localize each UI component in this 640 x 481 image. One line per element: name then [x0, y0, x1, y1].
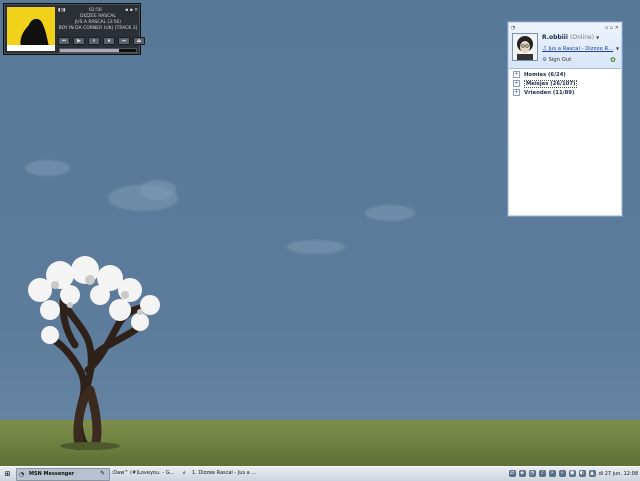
group-label: Meisjes (26/107)	[524, 79, 578, 88]
chevron-down-icon[interactable]: ▼	[616, 46, 619, 51]
display-icon[interactable]: ▣	[568, 470, 576, 477]
cloud	[287, 240, 345, 254]
user-display-name[interactable]: R.obbiii (Online) ▼	[542, 34, 599, 41]
cloud	[140, 180, 176, 200]
task-label: MSN Messenger	[29, 471, 75, 477]
task-label: 1. Dizzee Rascal - Jus a ...	[192, 470, 257, 476]
clock[interactable]: di 27 jun. 12:08	[599, 471, 638, 477]
task-music-player[interactable]: ⚡ 1. Dizzee Rascal - Jus a ...	[180, 468, 272, 479]
msn-icon: ◔	[19, 471, 25, 478]
personal-message[interactable]: ♫ Jus a Rascal - Dizzee R...	[542, 46, 618, 52]
chevron-left-icon[interactable]: «	[558, 470, 566, 477]
player-title-row: ▮▯▮ 02:56 ▪ ▪ ✕	[58, 6, 138, 14]
task-label: .:Daw^ (#)Loveyou. - G...	[110, 470, 175, 476]
user-name-text: R.obbiii	[542, 34, 568, 41]
window-controls-icon[interactable]: ▫ ▫ ✕	[605, 25, 619, 31]
music-player: ▮▯▮ 02:56 ▪ ▪ ✕ DIZZEE RASCAL JUS A RASC…	[3, 3, 145, 55]
avatar[interactable]	[512, 33, 538, 61]
expand-icon[interactable]: +	[513, 71, 520, 78]
album-art	[7, 7, 55, 51]
seek-bar[interactable]	[59, 48, 137, 53]
tree-illustration	[28, 256, 160, 450]
player-time: 02:56	[88, 7, 102, 13]
taskbar: ⊞ ◔ MSN Messenger ✎ .:Daw^ (#)Loveyou. -…	[0, 466, 640, 481]
player-controls: ⏮ ▶ ⏸ ⏹ ⏭ ⏏	[58, 37, 145, 45]
group-vrienden[interactable]: + Vrienden (11/89)	[509, 88, 621, 97]
sign-out-icon: ⚙	[542, 57, 547, 63]
personal-message-text: Jus a Rascal - Dizzee R...	[548, 46, 614, 52]
user-status: (Online)	[570, 34, 595, 41]
system-tray: ⇄ ◈ ◔ ♪ ⚡ « ▣ ◐ ▲ di 27 jun. 12:08	[508, 468, 638, 479]
cloud	[365, 205, 415, 221]
track-album: BOY IN DA CORNER (UK) [TRACK 3]	[58, 26, 138, 31]
winamp-tray-icon[interactable]: ⚡	[548, 470, 556, 477]
contact-groups: + Homies (6/24) + Meisjes (26/107) + Vri…	[509, 70, 621, 97]
task-msn-messenger[interactable]: ◔ MSN Messenger	[16, 468, 110, 481]
network-icon[interactable]: ⇄	[508, 470, 516, 477]
eject-button[interactable]: ⏏	[133, 37, 145, 45]
play-button[interactable]: ▶	[73, 37, 85, 45]
seek-bar-fill	[60, 49, 120, 52]
shield-icon[interactable]: ◈	[518, 470, 526, 477]
player-info: ▮▯▮ 02:56 ▪ ▪ ✕ DIZZEE RASCAL JUS A RASC…	[58, 6, 145, 53]
stop-button[interactable]: ⏹	[103, 37, 115, 45]
volume-icon[interactable]: ♪	[538, 470, 546, 477]
task-chat-window[interactable]: ✎ .:Daw^ (#)Loveyou. - G...	[98, 468, 190, 479]
equalizer-icon: ▮▯▮	[58, 7, 66, 13]
msn-title-icons: ◔ ▫ ▫ ✕	[511, 25, 619, 31]
group-label: Homies (6/24)	[524, 71, 566, 78]
msn-tray-icon[interactable]: ◔	[528, 470, 536, 477]
group-homies[interactable]: + Homies (6/24)	[509, 70, 621, 79]
msn-logo-icon: ◔	[511, 25, 516, 31]
next-button[interactable]: ⏭	[118, 37, 130, 45]
start-button-icon[interactable]: ⊞	[2, 469, 13, 479]
window-buttons-icon[interactable]: ▪ ▪ ✕	[125, 8, 138, 13]
sign-out-text: Sign Out	[548, 57, 572, 63]
security-icon[interactable]: ▲	[588, 470, 596, 477]
msn-buddy-icon[interactable]: ✿	[610, 56, 616, 64]
msn-messenger-window: ◔ ▫ ▫ ✕ R.obbiii (Online) ▼ ♫ Jus a Rasc…	[507, 21, 623, 217]
sign-out-link[interactable]: ⚙ Sign Out	[542, 57, 571, 63]
group-label: Vrienden (11/89)	[524, 89, 575, 96]
expand-icon[interactable]: +	[513, 89, 520, 96]
chevron-down-icon[interactable]: ▼	[596, 35, 599, 40]
player-icon: ⚡	[182, 470, 187, 477]
music-note-icon: ♫	[542, 46, 547, 52]
expand-icon[interactable]: +	[513, 80, 520, 87]
chat-icon: ✎	[100, 470, 106, 477]
group-meisjes[interactable]: + Meisjes (26/107)	[509, 79, 621, 88]
cloud	[25, 160, 70, 176]
msn-header: ◔ ▫ ▫ ✕ R.obbiii (Online) ▼ ♫ Jus a Rasc…	[509, 23, 621, 69]
pause-button[interactable]: ⏸	[88, 37, 100, 45]
previous-button[interactable]: ⏮	[58, 37, 70, 45]
speaker-icon[interactable]: ◐	[578, 470, 586, 477]
